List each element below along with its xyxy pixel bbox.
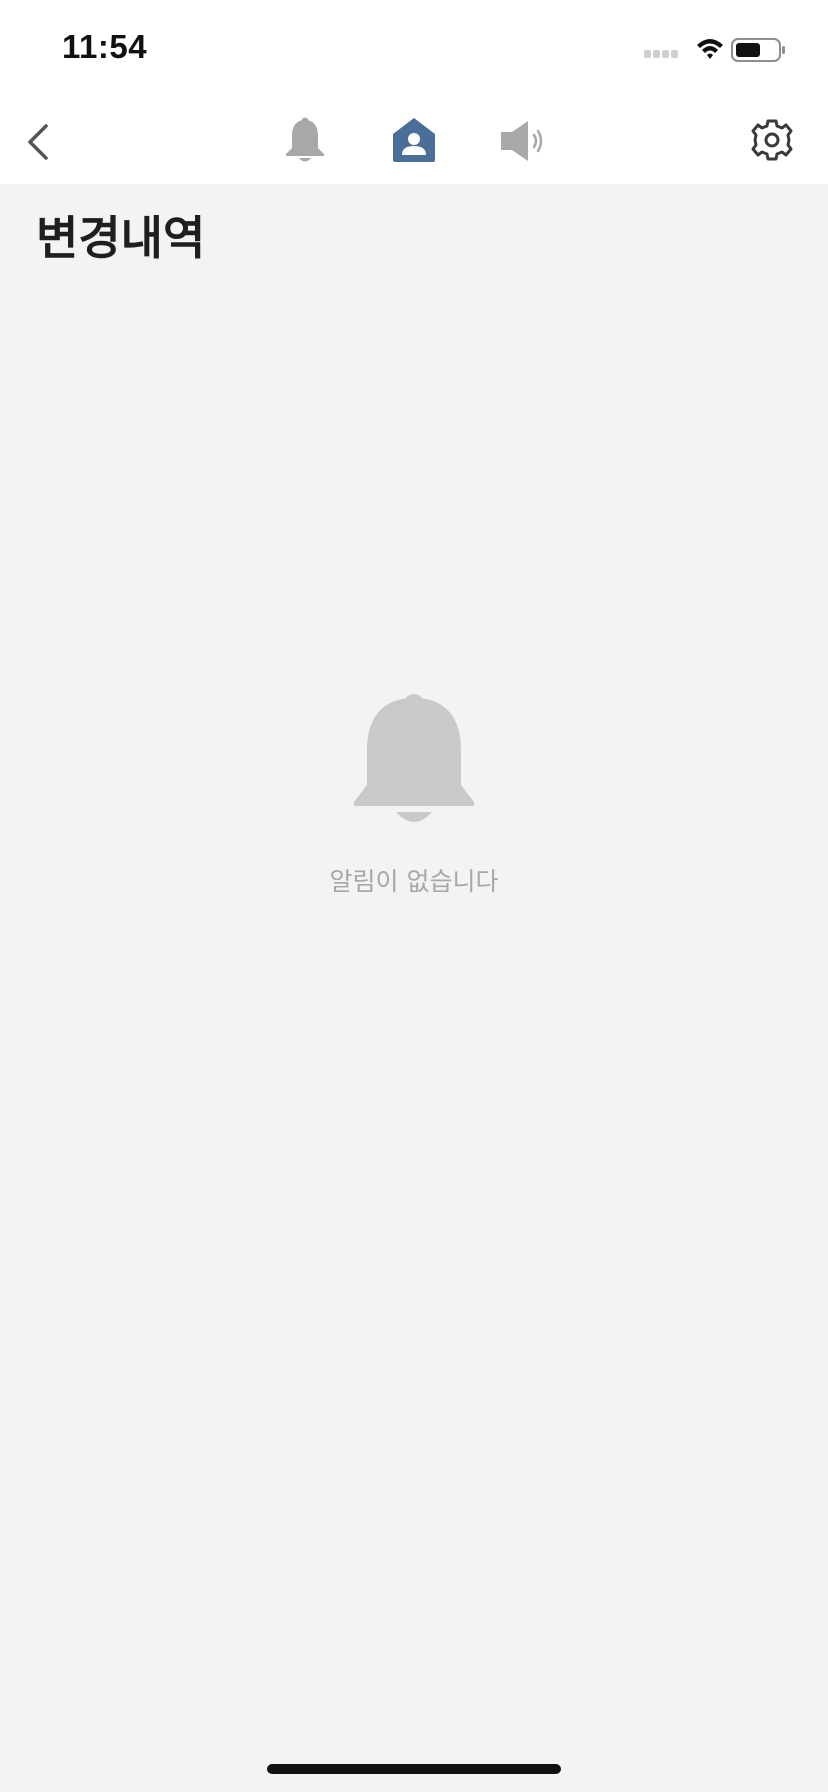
nav-bar (0, 100, 828, 184)
empty-message: 알림이 없습니다 (329, 867, 499, 896)
home-indicator (267, 1764, 561, 1774)
status-icons (644, 38, 785, 62)
speaker-icon (501, 121, 543, 161)
chevron-left-icon (28, 124, 48, 160)
status-time: 11:54 (62, 28, 148, 65)
page-title: 변경내역 (36, 211, 206, 265)
tab-announcements[interactable] (498, 116, 548, 166)
bell-icon (286, 117, 324, 162)
tab-changes[interactable] (391, 116, 437, 166)
wifi-icon (697, 39, 723, 59)
bell-icon (354, 694, 474, 822)
user-tag-icon (393, 118, 435, 162)
status-bar: 11:54 (0, 0, 828, 100)
gear-icon (751, 119, 793, 161)
signal-icon (644, 50, 678, 58)
empty-state: 알림이 없습니다 (0, 690, 828, 898)
tab-notifications[interactable] (282, 116, 328, 166)
back-button[interactable] (22, 118, 62, 166)
settings-button[interactable] (748, 116, 796, 164)
battery-icon (731, 38, 785, 62)
